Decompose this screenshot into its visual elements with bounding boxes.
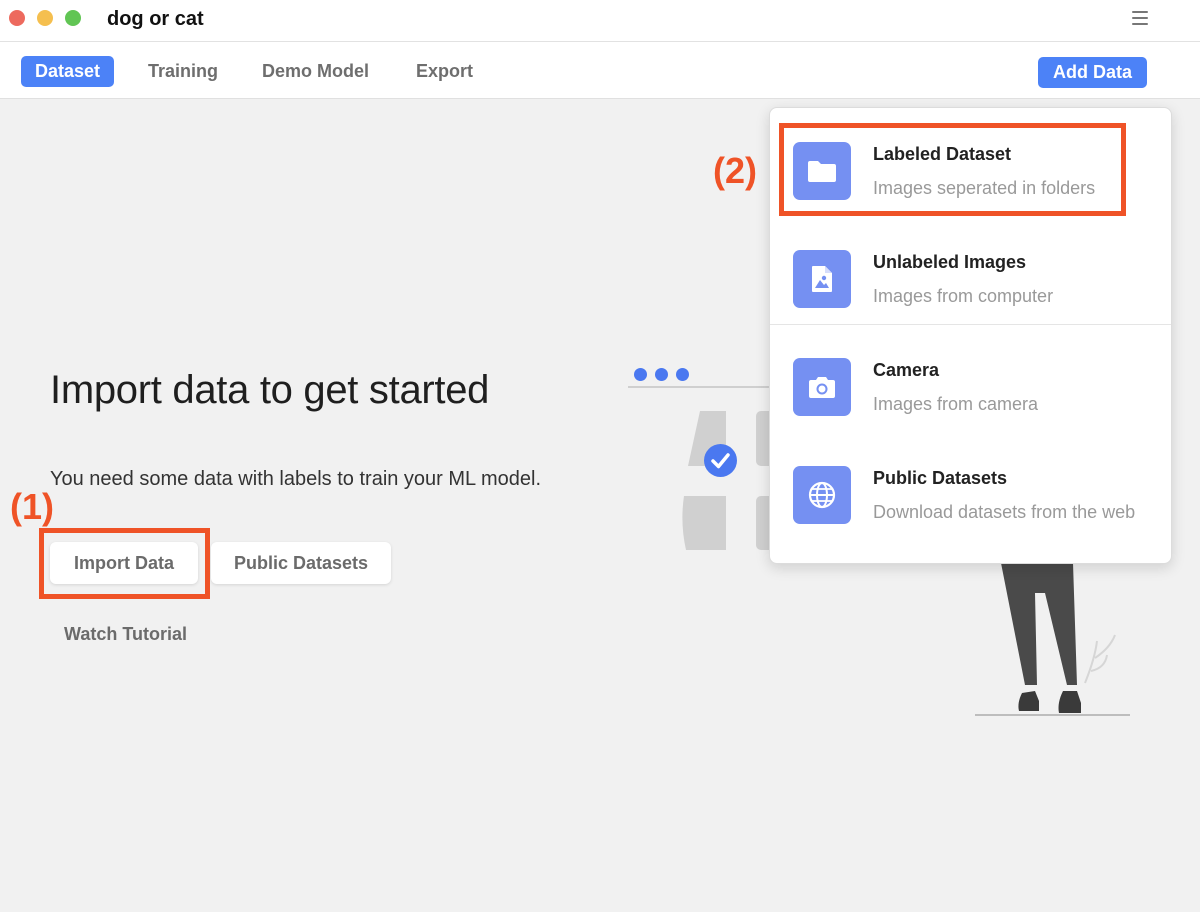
tab-demo-model[interactable]: Demo Model: [248, 56, 383, 87]
tab-training[interactable]: Training: [134, 56, 232, 87]
toolbar: Dataset Training Demo Model Export Add D…: [0, 42, 1200, 99]
close-window-button[interactable]: [9, 10, 25, 26]
menu-item-title: Camera: [873, 360, 940, 380]
annotation-label-step-2: (2): [713, 150, 757, 191]
menu-item-subtitle: Images from camera: [873, 394, 1039, 414]
person-illustration: [1001, 563, 1116, 713]
checkmark-icon: [704, 444, 737, 477]
globe-icon: [793, 466, 851, 524]
illustration-dot: [634, 368, 647, 381]
camera-icon: [793, 358, 851, 416]
page-description: You need some data with labels to train …: [50, 468, 542, 490]
annotation-label-step-1: (1): [10, 486, 54, 527]
menu-item-title: Public Datasets: [873, 468, 1008, 488]
menu-divider: [770, 324, 1171, 325]
page-headline: Import data to get started: [50, 368, 490, 412]
illustration-dot: [655, 368, 668, 381]
ground-line: [975, 714, 1130, 716]
zoom-window-button[interactable]: [65, 10, 81, 26]
menu-item-unlabeled-images[interactable]: Unlabeled Images Images from computer: [770, 216, 1171, 324]
menu-item-title: Unlabeled Images: [873, 252, 1027, 272]
illustration-line: [628, 386, 773, 388]
illustration-dot: [676, 368, 689, 381]
minimize-window-button[interactable]: [37, 10, 53, 26]
menu-item-subtitle: Images from computer: [873, 286, 1054, 306]
add-data-button[interactable]: Add Data: [1038, 57, 1147, 88]
hamburger-menu-icon[interactable]: [1132, 11, 1148, 25]
title-bar: dog or cat: [0, 0, 1200, 42]
public-datasets-button[interactable]: Public Datasets: [211, 542, 391, 584]
watch-tutorial-link[interactable]: Watch Tutorial: [64, 624, 187, 645]
menu-item-camera[interactable]: Camera Images from camera: [770, 324, 1171, 432]
annotation-box-step-2: [779, 123, 1126, 216]
menu-item-public-datasets[interactable]: Public Datasets Download datasets from t…: [770, 432, 1171, 540]
tab-dataset[interactable]: Dataset: [21, 56, 115, 87]
annotation-box-step-1: [39, 528, 210, 599]
window-title: dog or cat: [107, 8, 204, 30]
tab-export[interactable]: Export: [402, 56, 487, 87]
illustration-tiles: [682, 411, 780, 550]
image-file-icon: [793, 250, 851, 308]
menu-item-subtitle: Download datasets from the web: [873, 502, 1136, 522]
